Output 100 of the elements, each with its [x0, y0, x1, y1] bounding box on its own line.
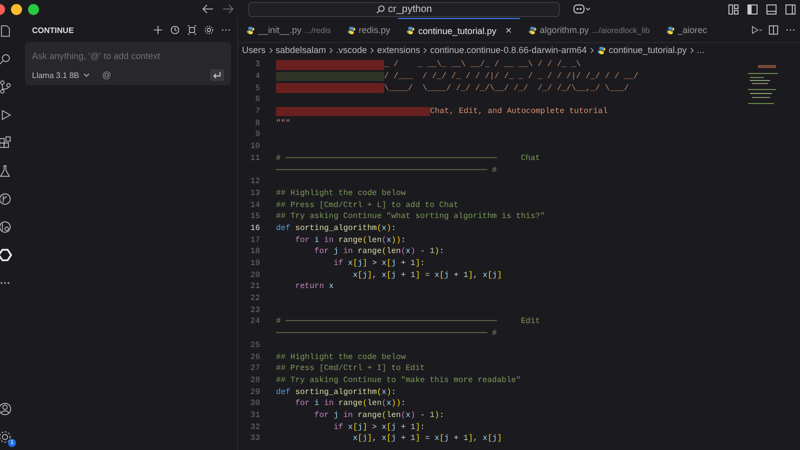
- split-editor-icon[interactable]: [768, 25, 779, 35]
- history-icon[interactable]: [170, 25, 180, 35]
- plus-icon[interactable]: [153, 25, 163, 35]
- line-number: 12: [249, 177, 260, 186]
- code-text: # ────────────────────────────────────────────: [276, 317, 497, 326]
- breadcrumb-item[interactable]: ...: [696, 45, 704, 55]
- extensions-icon[interactable]: [0, 136, 12, 150]
- python-file-icon: [346, 26, 356, 34]
- line-number: 18: [249, 247, 260, 256]
- line-number: 10: [249, 142, 260, 152]
- line-number: 5: [254, 84, 260, 93]
- close-tab-button[interactable]: ×: [505, 24, 512, 36]
- editor-tab[interactable]: algorithm.py .../aioredlock_lib: [520, 18, 658, 42]
- panel-toggle-icon[interactable]: [766, 4, 777, 14]
- line-number: 20: [249, 270, 260, 280]
- continue-logo-icon[interactable]: [0, 248, 12, 262]
- code-text: ──────────────────────────────────────────── #: [276, 329, 497, 338]
- chevron-icon: [423, 46, 428, 54]
- code-text: ## Press [Cmd/Ctrl + I] to Edit: [276, 364, 425, 374]
- python-file-icon: [246, 26, 255, 34]
- code-text: ## Press [Cmd/Ctrl + L] to add to Chat: [276, 200, 458, 210]
- account-icon[interactable]: [0, 402, 12, 416]
- line-number: 26: [249, 352, 260, 362]
- code-text: # ────────────────────────────────────────────: [276, 154, 497, 163]
- caret-icon[interactable]: [83, 72, 90, 78]
- model-selector[interactable]: Llama 3.1 8B: [32, 70, 80, 80]
- code-text: _ / _ __\_ __\ __/_ / __ __\ / / /_ _\: [384, 60, 581, 70]
- code-text: / /___ / /_/ /_ / / /|/ /_ _ / _ / / /|/ /_/ / / __/: [384, 72, 638, 82]
- breadcrumb-item[interactable]: extensions: [377, 45, 420, 55]
- chevron-icon: [370, 46, 374, 54]
- flask-icon[interactable]: [0, 164, 12, 178]
- fullscreen-icon[interactable]: [187, 25, 197, 35]
- line-number: 3: [254, 60, 260, 70]
- chat-input-field[interactable]: Ask anything, '@' to add context Llama 3.1 8B @: [25, 42, 231, 85]
- code-text: x[j], x[j + 1] = x[j + 1], x[j]: [352, 434, 502, 444]
- search-icon[interactable]: [0, 52, 12, 66]
- editor-tab[interactable]: _aiorec: [658, 18, 716, 42]
- editor-tab[interactable]: __init__.py .../redis: [238, 18, 339, 42]
- line-number: 15: [249, 212, 260, 222]
- line-number: 16: [249, 224, 260, 233]
- breadcrumb-item[interactable]: .vscode: [336, 45, 368, 55]
- code-text: def sorting_algorithm(x):: [276, 388, 396, 397]
- robot-icon[interactable]: [572, 3, 590, 15]
- tab-path: .../aioredlock_lib: [592, 26, 650, 34]
- code-text: Edit: [520, 317, 540, 326]
- python-file-icon: [596, 46, 606, 54]
- code-text: ──────────────────────────────────────────── #: [276, 166, 497, 175]
- line-number: 28: [249, 376, 260, 385]
- remote-explorer-icon[interactable]: [0, 220, 12, 234]
- python-file-icon: [528, 26, 537, 34]
- line-number: 33: [249, 434, 260, 444]
- chevron-icon: [590, 46, 594, 54]
- code-text: ## Highlight the code below: [276, 352, 406, 362]
- secondary-sidebar-icon[interactable]: [785, 4, 796, 14]
- chevron-icon: [268, 46, 273, 54]
- code-text: for i in range(len(x)):: [294, 399, 406, 408]
- settings-icon[interactable]: [204, 25, 214, 35]
- breadcrumb-item[interactable]: continue_tutorial.py: [608, 45, 687, 55]
- run-debug-icon[interactable]: [0, 108, 12, 122]
- breadcrumb-item[interactable]: continue.continue-0.8.66-darwin-arm64: [430, 45, 587, 55]
- line-number: 11: [249, 154, 260, 163]
- code-text: def sorting_algorithm(x):: [276, 224, 396, 233]
- line-number: 14: [249, 200, 260, 210]
- code-text: x[j], x[j + 1] = x[j + 1], x[j]: [352, 270, 502, 280]
- line-number: 17: [249, 236, 260, 245]
- code-text: return x: [294, 282, 334, 292]
- line-number: 13: [249, 188, 260, 198]
- git-graph-icon[interactable]: [0, 192, 12, 206]
- maximize-window-icon[interactable]: [28, 4, 39, 14]
- forward-arrow-icon[interactable]: [222, 4, 234, 14]
- settings-icon[interactable]: [0, 430, 12, 444]
- breadcrumb-item[interactable]: sabdelsalam: [276, 45, 326, 55]
- line-number: 29: [249, 388, 260, 397]
- line-number: 23: [249, 306, 260, 315]
- code-text: ## Highlight the code below: [276, 188, 406, 198]
- line-number: 21: [249, 282, 260, 292]
- line-number: 4: [254, 72, 260, 82]
- minimize-window-icon[interactable]: [11, 4, 22, 14]
- line-number: 9: [254, 130, 260, 140]
- enter-icon[interactable]: [210, 69, 224, 81]
- line-number: 30: [249, 399, 260, 408]
- files-icon[interactable]: [0, 24, 12, 38]
- command-search-field[interactable]: cr_python: [248, 2, 560, 16]
- code-text: for j in range(len(x) - 1):: [313, 247, 444, 256]
- layout-icon[interactable]: [728, 4, 739, 14]
- search-icon: [376, 4, 386, 14]
- line-number: 19: [249, 259, 260, 268]
- code-text: ## Try asking Continue "what sorting algorithm is this?": [276, 212, 545, 222]
- back-arrow-icon[interactable]: [202, 4, 214, 14]
- breadcrumb-item[interactable]: Users: [242, 45, 266, 55]
- branch-icon[interactable]: [0, 80, 12, 94]
- mention-button[interactable]: @: [102, 70, 112, 80]
- line-number: 22: [249, 294, 260, 304]
- code-text: Chat: [520, 154, 540, 163]
- sidebar-toggle-icon[interactable]: [747, 4, 758, 14]
- editor-tab[interactable]: redis.py: [338, 18, 398, 42]
- run-icon[interactable]: [751, 25, 762, 35]
- panel-title: CONTINUE: [32, 26, 74, 34]
- code-text: if x[j] > x[j + 1]:: [332, 259, 425, 268]
- line-number: 24: [249, 317, 260, 326]
